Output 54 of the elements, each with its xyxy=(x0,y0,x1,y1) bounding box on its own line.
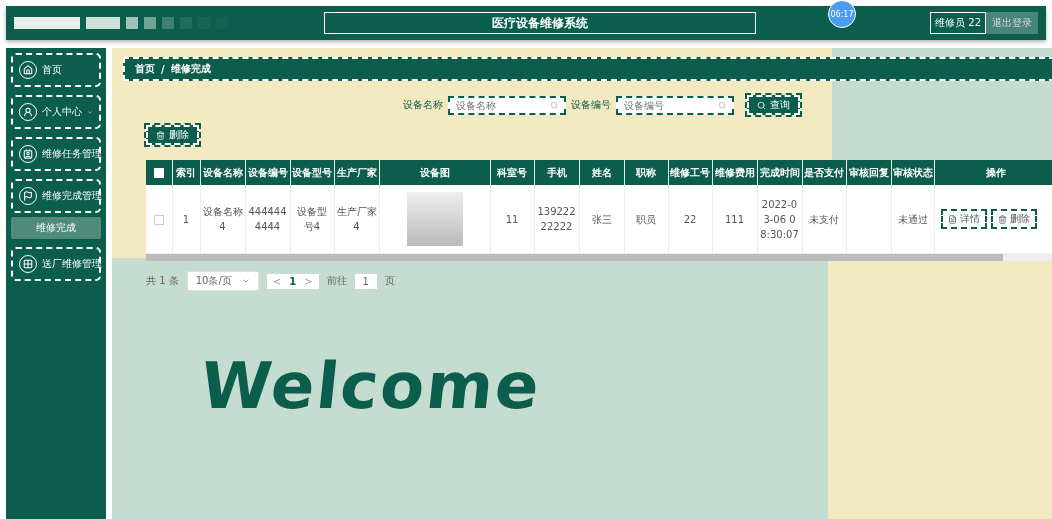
column-header: 科室号 xyxy=(490,160,534,185)
column-header: 职称 xyxy=(624,160,668,185)
submenu-item[interactable]: 维修完成 xyxy=(11,217,101,239)
search-field[interactable]: 设备名称 xyxy=(448,95,566,115)
column-header: 操作 xyxy=(934,160,1052,185)
column-header: 是否支付 xyxy=(802,160,846,185)
search-input[interactable]: 设备编号 xyxy=(624,99,718,111)
system-title: 医疗设备维修系统 xyxy=(324,12,756,34)
sidebar-item[interactable]: 首页 xyxy=(11,53,101,87)
column-header: 手机 xyxy=(534,160,579,185)
select-all-checkbox[interactable] xyxy=(153,168,164,178)
breadcrumb-link[interactable]: 首页 xyxy=(135,62,155,76)
page-number[interactable]: 1 xyxy=(289,275,297,287)
column-header: 索引 xyxy=(172,160,200,185)
search-input[interactable]: 设备名称 xyxy=(456,99,550,111)
user-name: 维修员 22 xyxy=(930,12,986,34)
trash-icon xyxy=(997,214,1007,224)
document-icon xyxy=(947,214,957,224)
search-icon xyxy=(549,100,558,110)
delete-button[interactable]: 删除 xyxy=(146,125,199,145)
goto-label: 前往 xyxy=(326,274,347,288)
search-field[interactable]: 设备编号 xyxy=(616,95,734,115)
sidebar-item[interactable]: 个人中心 xyxy=(11,95,101,129)
photo-placeholder xyxy=(406,192,463,246)
page-suffix: 页 xyxy=(384,274,395,288)
column-header: 完成时间 xyxy=(757,160,802,185)
trash-icon xyxy=(156,130,165,140)
column-header: 设备编号 xyxy=(245,160,290,185)
query-button[interactable]: 查询 xyxy=(747,95,800,115)
column-header: 维修工号 xyxy=(668,160,712,185)
search-icon xyxy=(757,100,766,110)
column-header: 维修费用 xyxy=(712,160,757,185)
details-button[interactable]: 详情 xyxy=(940,209,987,229)
column-header: 审核状态 xyxy=(891,160,934,185)
breadcrumb-link[interactable]: 维修完成 xyxy=(170,62,211,76)
breadcrumb-separator: / xyxy=(161,63,165,75)
search-icon xyxy=(717,100,726,110)
column-header: 设备型号 xyxy=(290,160,334,185)
field-label: 设备名称 xyxy=(403,98,443,112)
column-header: 设备名称 xyxy=(200,160,245,185)
chevron-icon xyxy=(241,277,250,285)
column-header: 审核回复 xyxy=(846,160,891,185)
field-label: 设备编号 xyxy=(571,98,611,112)
total-count: 共 1 条 xyxy=(146,274,179,288)
delete-button[interactable]: 删除 xyxy=(990,209,1037,229)
column-header: 设备图 xyxy=(379,160,490,185)
column-header: 姓名 xyxy=(579,160,624,185)
column-header: 生产厂家 xyxy=(334,160,379,185)
page-size-select[interactable]: 10条/页 xyxy=(186,271,259,291)
horizontal-scrollbar[interactable] xyxy=(146,253,1052,261)
row-checkbox[interactable] xyxy=(153,214,164,225)
goto-page-field[interactable]: 1 xyxy=(354,273,377,289)
time-badge: 06:17 xyxy=(828,0,856,28)
welcome-heading: Welcome xyxy=(197,349,546,423)
